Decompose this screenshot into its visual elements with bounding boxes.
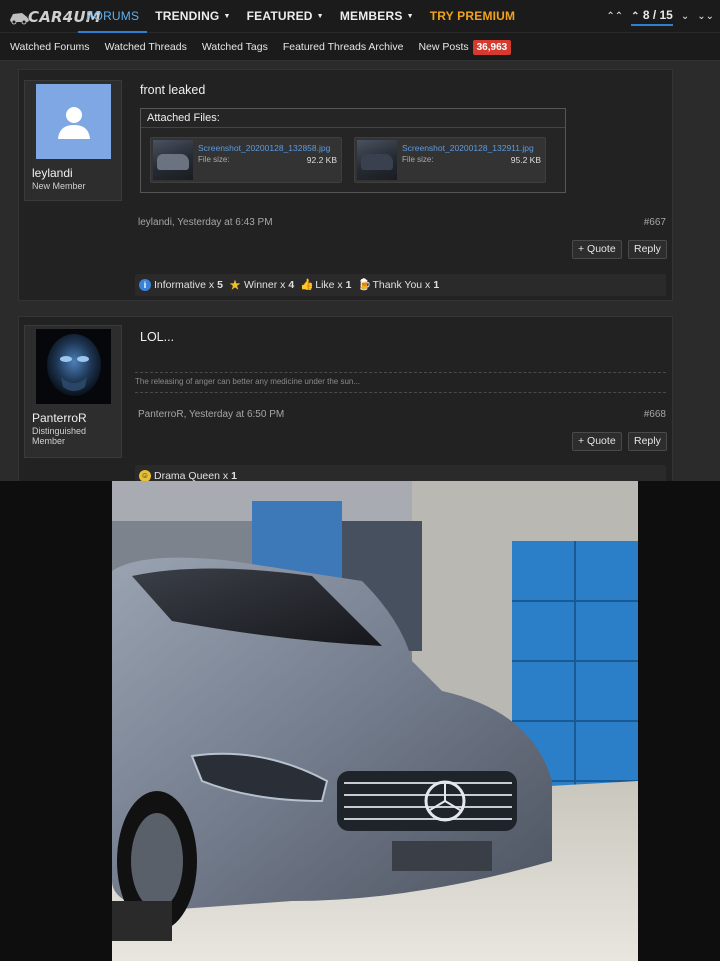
default-user-icon: [57, 106, 90, 139]
quote-button[interactable]: + Quote: [572, 432, 622, 451]
subnav-new-posts[interactable]: New Posts 36,963: [418, 39, 512, 55]
car-photo-image: [112, 481, 638, 961]
reaction-winner[interactable]: ★ Winner x4: [229, 278, 295, 292]
reaction-label: Winner x: [243, 279, 286, 291]
user-card: PanterroR Distinguished Member: [24, 325, 122, 458]
avatar[interactable]: [36, 84, 111, 159]
attached-files: Attached Files: Screenshot_20200128_1328…: [140, 108, 566, 193]
subnav-featured-threads-archive[interactable]: Featured Threads Archive: [283, 41, 404, 53]
page-counter[interactable]: ⌃ 8 / 15: [631, 8, 673, 26]
user-signature: The releasing of anger can better any me…: [135, 377, 361, 386]
nav-forums-label: FORUMS: [86, 9, 140, 23]
chevron-down-icon[interactable]: ⌄: [681, 11, 689, 22]
file-size-value: 92.2 KB: [306, 155, 337, 165]
attachment-filename[interactable]: Screenshot_20200128_132911.jpg: [402, 143, 534, 153]
winner-icon: ★: [229, 278, 241, 292]
file-size-label: File size:: [198, 155, 230, 164]
nav-try-premium[interactable]: TRY PREMIUM: [422, 0, 524, 33]
thread-posts: leylandi New Member front leaked Attache…: [0, 61, 720, 481]
reaction-label: Like x: [315, 279, 343, 291]
attached-files-title: Attached Files:: [141, 109, 565, 128]
chevron-down-icon: ▼: [316, 13, 324, 20]
reaction-count: 4: [288, 279, 295, 291]
info-icon: i: [139, 279, 151, 291]
reaction-count: 1: [345, 279, 352, 291]
reply-button[interactable]: Reply: [628, 240, 667, 259]
double-chevron-down-icon[interactable]: ⌄⌄: [697, 11, 714, 22]
post-667: leylandi New Member front leaked Attache…: [18, 69, 673, 301]
post-message: front leaked: [140, 83, 206, 97]
subnav-watched-tags[interactable]: Watched Tags: [202, 41, 268, 53]
avatar[interactable]: [36, 329, 111, 404]
page-jumper: ⌃⌃ ⌃ 8 / 15 ⌄ ⌄⌄: [606, 0, 714, 33]
new-posts-count-badge: 36,963: [472, 39, 512, 55]
chevron-down-icon: ▼: [223, 13, 231, 20]
avatar-image: [36, 329, 111, 404]
reply-button[interactable]: Reply: [628, 432, 667, 451]
reaction-informative[interactable]: i Informative x5: [139, 279, 223, 291]
reaction-label: Drama Queen x: [154, 470, 229, 481]
new-posts-label: New Posts: [418, 40, 469, 53]
post-meta[interactable]: PanterroR, Yesterday at 6:50 PM: [138, 409, 284, 420]
username[interactable]: PanterroR: [32, 411, 87, 425]
nav-members-label: MEMBERS: [339, 9, 403, 23]
attachment-filename[interactable]: Screenshot_20200128_132858.jpg: [198, 143, 330, 153]
drama-queen-icon: ☺: [139, 470, 151, 481]
nav-premium-label: TRY PREMIUM: [429, 9, 516, 23]
top-navigation-bar: CAR4UM FORUMS TRENDING ▼ FEATURED ▼ MEMBER…: [0, 0, 720, 33]
reaction-count: 1: [231, 470, 237, 481]
post-meta[interactable]: leylandi, Yesterday at 6:43 PM: [138, 217, 273, 228]
post-number[interactable]: #668: [644, 409, 666, 420]
user-card: leylandi New Member: [24, 80, 122, 201]
nav-trending-label: TRENDING: [155, 9, 220, 23]
subnav-watched-forums[interactable]: Watched Forums: [10, 41, 90, 53]
post-668: PanterroR Distinguished Member LOL... Th…: [18, 316, 673, 481]
quote-button[interactable]: + Quote: [572, 240, 622, 259]
sub-navigation-bar: Watched Forums Watched Threads Watched T…: [0, 33, 720, 61]
nav-featured[interactable]: FEATURED ▼: [239, 0, 332, 33]
attachment-item[interactable]: Screenshot_20200128_132858.jpg File size…: [150, 137, 342, 183]
thank-you-icon: 🍺: [357, 279, 372, 291]
reactions-bar: i Informative x5 ★ Winner x4 👍 Like x1 🍺 Tha…: [135, 274, 666, 296]
nav-members[interactable]: MEMBERS ▼: [332, 0, 422, 33]
reaction-drama-queen[interactable]: ☺ Drama Queen x1: [139, 470, 237, 481]
username[interactable]: leylandi: [32, 166, 73, 180]
like-icon: 👍: [300, 279, 314, 291]
reaction-count: 1: [433, 279, 440, 291]
reaction-like[interactable]: 👍 Like x1: [300, 279, 351, 291]
attachment-thumbnail[interactable]: [153, 140, 193, 180]
attachment-thumbnail[interactable]: [357, 140, 397, 180]
main-nav: FORUMS TRENDING ▼ FEATURED ▼ MEMBERS ▼ TRY …: [78, 0, 523, 33]
car-logo-icon: [10, 13, 29, 25]
nav-trending[interactable]: TRENDING ▼: [147, 0, 238, 33]
chevron-down-icon: ▼: [406, 13, 414, 20]
reaction-label: Informative x: [154, 279, 215, 291]
double-chevron-up-icon[interactable]: ⌃⌃: [606, 11, 623, 22]
signature-divider: [135, 392, 666, 393]
subnav-watched-threads[interactable]: Watched Threads: [105, 41, 187, 53]
reaction-thank-you[interactable]: 🍺 Thank You x1: [358, 279, 440, 291]
reactions-bar: ☺ Drama Queen x1: [135, 465, 666, 481]
file-size-value: 95.2 KB: [510, 155, 541, 165]
post-number[interactable]: #667: [644, 217, 666, 228]
attachment-photo-viewer: [0, 481, 720, 961]
chevron-up-icon: ⌃: [631, 10, 640, 22]
page-counter-text: 8 / 15: [642, 7, 673, 22]
user-title: Distinguished Member: [32, 426, 87, 446]
signature-divider: [135, 372, 666, 373]
nav-forums[interactable]: FORUMS: [78, 0, 148, 33]
file-size-label: File size:: [402, 155, 434, 164]
reaction-count: 5: [217, 279, 223, 291]
car-photo[interactable]: [112, 481, 638, 961]
user-title: New Member: [32, 181, 86, 191]
post-message: LOL...: [140, 330, 175, 344]
nav-featured-label: FEATURED: [246, 9, 313, 23]
attachment-item[interactable]: Screenshot_20200128_132911.jpg File size…: [354, 137, 546, 183]
reaction-label: Thank You x: [372, 279, 431, 291]
